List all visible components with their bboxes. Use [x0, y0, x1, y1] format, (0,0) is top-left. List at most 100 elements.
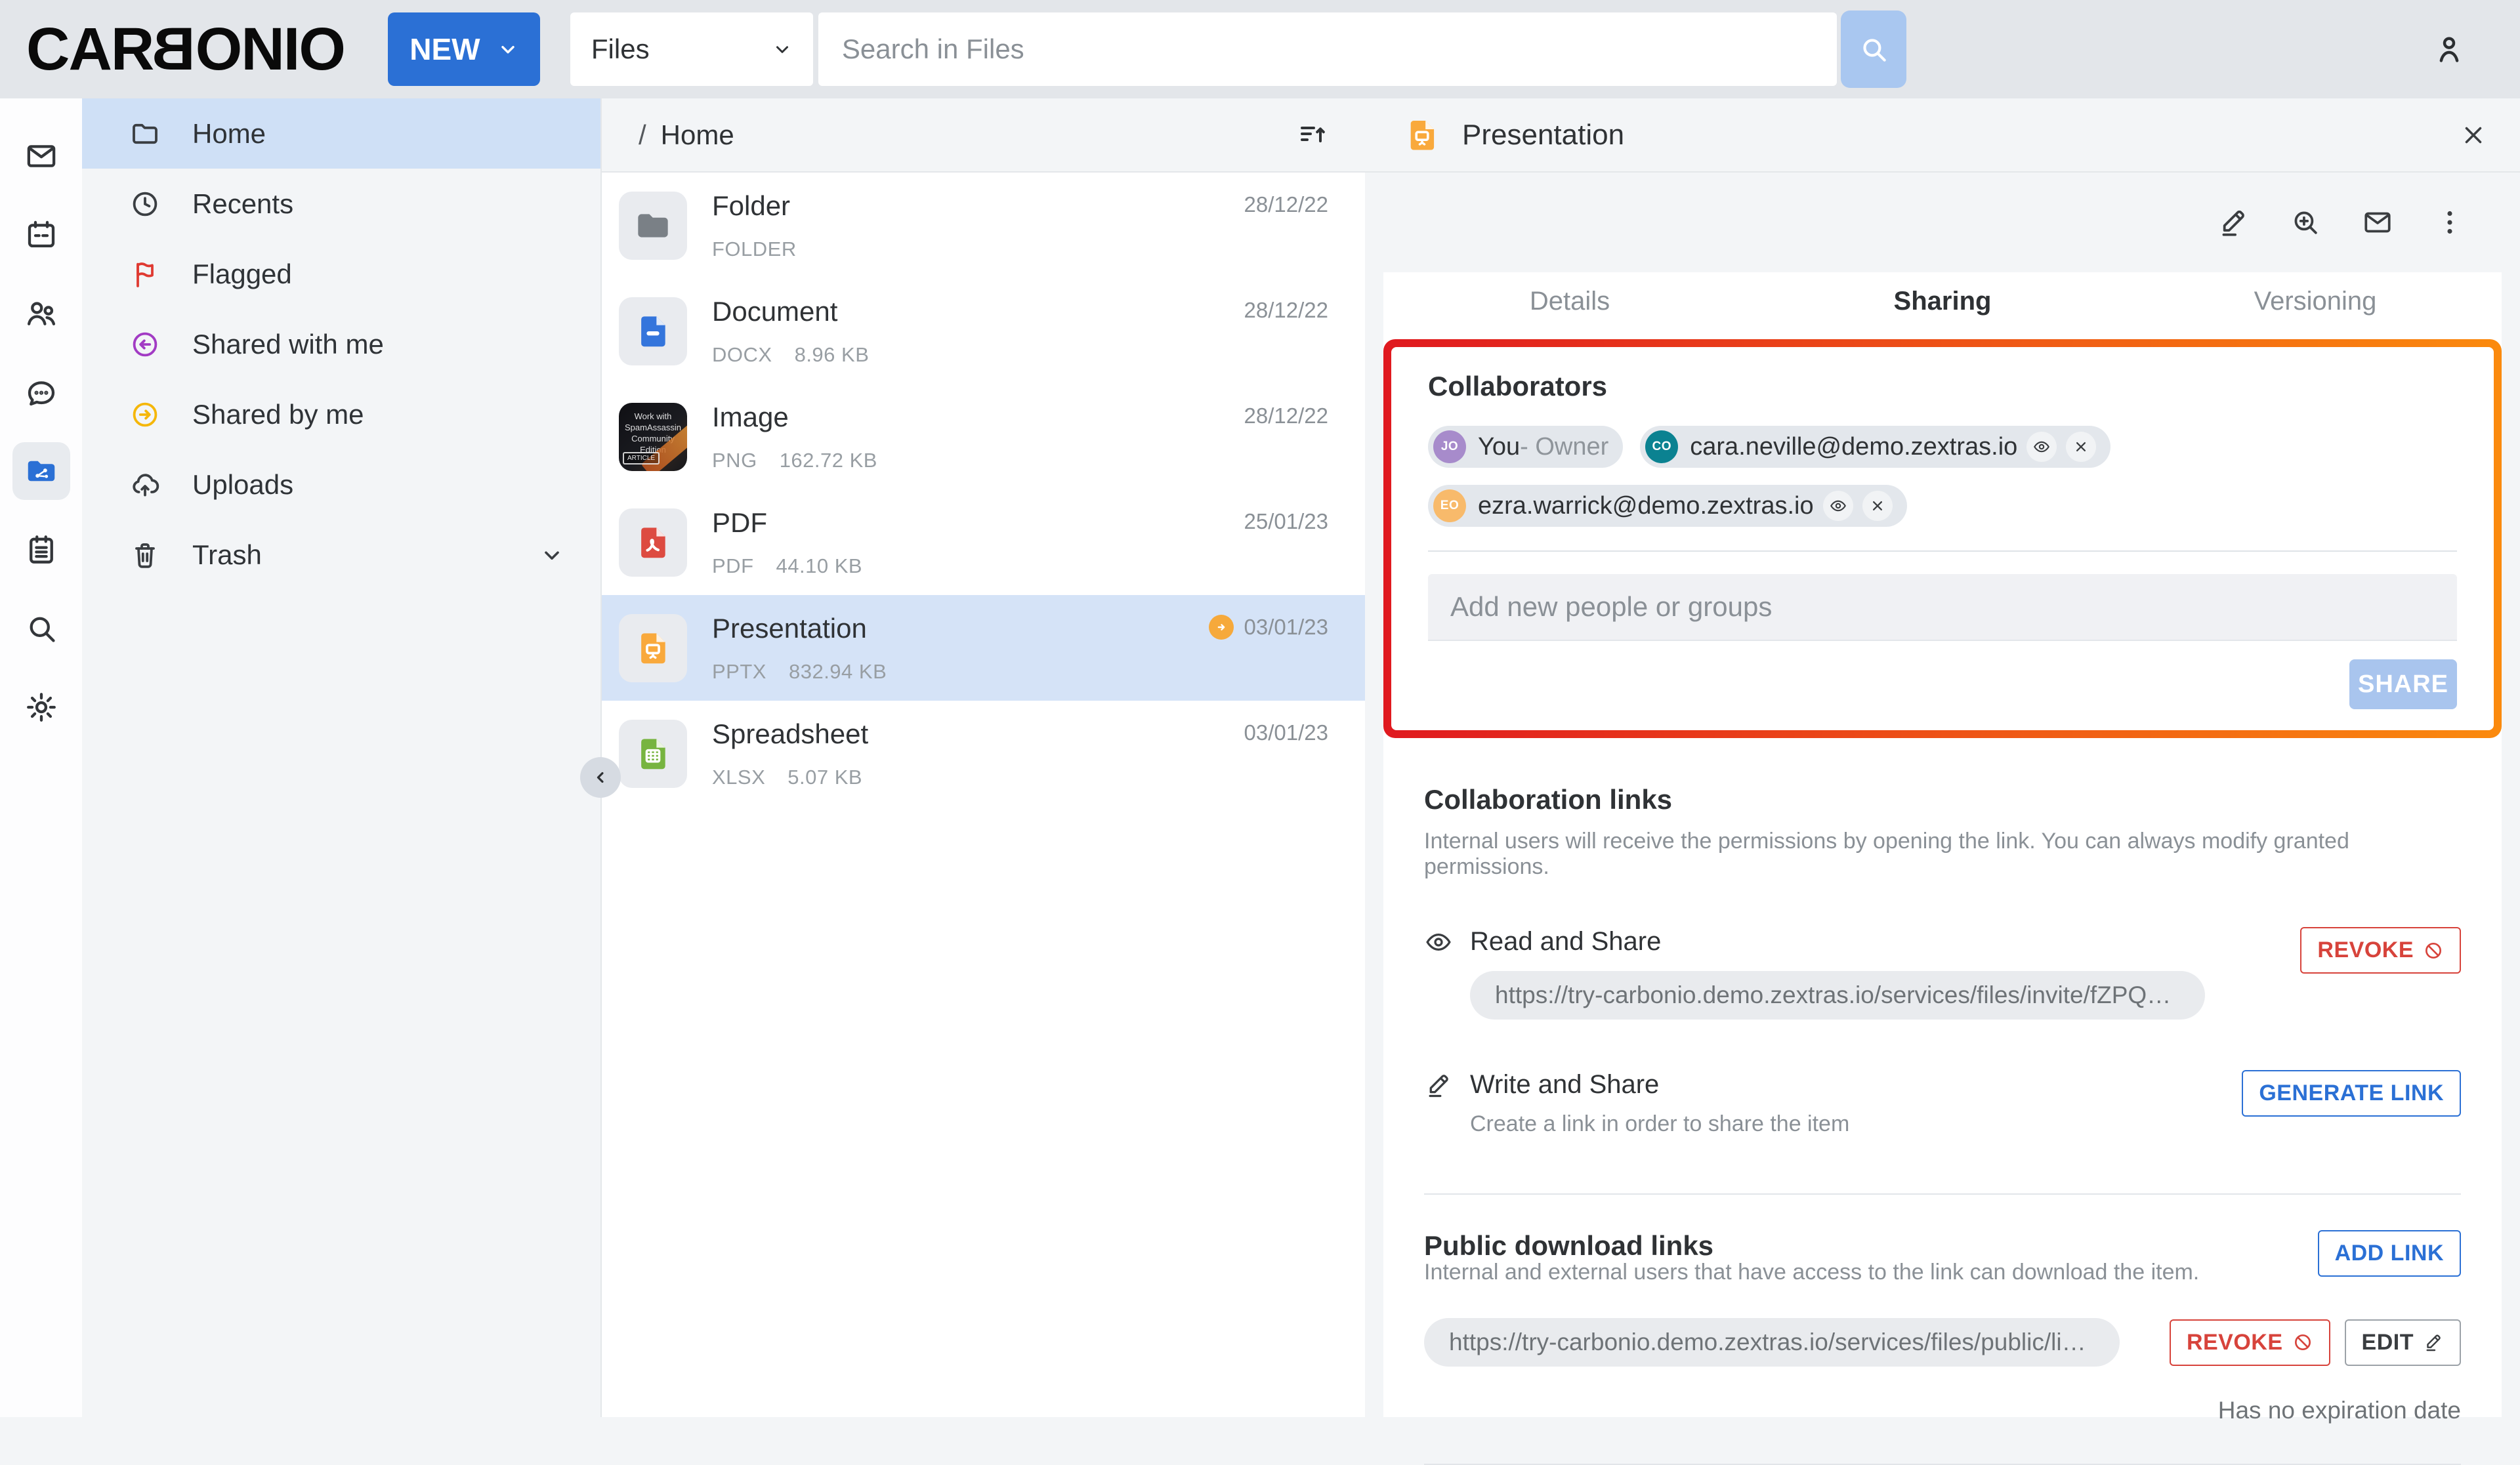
eye-icon	[1829, 497, 1847, 515]
tab-versioning[interactable]: Versioning	[2129, 287, 2502, 316]
nav-item-home[interactable]: Home	[82, 98, 600, 169]
pdf-thumb	[619, 508, 687, 577]
nav-item-recents[interactable]: Recents	[82, 169, 600, 239]
files-nav-panel: Home Recents Flagged Shared with me Shar…	[82, 98, 600, 1417]
breadcrumb[interactable]: Home	[661, 119, 734, 151]
search-input[interactable]	[818, 12, 1837, 86]
details-tabs: Details Sharing Versioning	[1383, 272, 2502, 330]
chip-permissions-button[interactable]	[1823, 491, 1853, 521]
sort-button[interactable]	[1297, 119, 1328, 151]
add-people-input[interactable]	[1428, 574, 2457, 641]
pencil-icon	[2423, 1332, 2444, 1353]
rail-item-contacts[interactable]	[0, 274, 82, 353]
send-mail-button[interactable]	[2361, 206, 2394, 239]
spreadsheet-icon	[632, 733, 674, 775]
carbonio-logo: CARBONIO	[26, 15, 345, 84]
document-icon	[632, 310, 674, 352]
chip-remove-button[interactable]	[1862, 491, 1893, 521]
file-row[interactable]: Document DOCX8.96 KB 28/12/22	[602, 278, 1365, 384]
tab-sharing[interactable]: Sharing	[1756, 287, 2129, 316]
nav-item-trash[interactable]: Trash	[82, 520, 600, 590]
file-row-selected[interactable]: Presentation PPTX832.94 KB 03/01/23	[602, 595, 1365, 701]
collaboration-links-section: Collaboration links Internal users will …	[1383, 738, 2502, 1195]
edit-link-button[interactable]: EDIT	[2345, 1319, 2461, 1366]
close-icon	[1868, 497, 1887, 515]
file-date: 03/01/23	[1244, 720, 1328, 745]
add-link-button[interactable]: ADD LINK	[2318, 1230, 2461, 1277]
file-size: 44.10 KB	[776, 554, 863, 578]
rail-item-chats[interactable]	[0, 353, 82, 432]
rail-item-search[interactable]	[0, 589, 82, 668]
file-list-panel: / Home Folder FOLDER 28/12/22	[600, 98, 1365, 1417]
search-button[interactable]	[1841, 10, 1906, 88]
file-name: PDF	[712, 507, 862, 539]
file-row[interactable]: Folder FOLDER 28/12/22	[602, 173, 1365, 278]
collaborator-chip-owner[interactable]: JO You - Owner	[1428, 426, 1623, 468]
clock-icon	[129, 188, 161, 220]
nav-item-shared-by-me[interactable]: Shared by me	[82, 379, 600, 449]
file-type: XLSX	[712, 766, 765, 789]
avatar: CO	[1645, 430, 1678, 463]
nav-label: Uploads	[192, 469, 293, 501]
generate-link-button[interactable]: GENERATE LINK	[2242, 1070, 2461, 1117]
chevron-down-icon[interactable]	[540, 543, 564, 567]
file-size: 5.07 KB	[788, 766, 862, 789]
share-button[interactable]: SHARE	[2349, 659, 2457, 709]
pencil-underline-icon	[2217, 206, 2250, 239]
collaborator-chip[interactable]: CO cara.neville@demo.zextras.io	[1640, 426, 2110, 468]
file-type: PPTX	[712, 660, 766, 684]
file-date: 03/01/23	[1244, 615, 1328, 640]
more-actions-button[interactable]	[2433, 206, 2466, 239]
close-icon	[2072, 438, 2090, 456]
chip-email: ezra.warrick@demo.zextras.io	[1478, 492, 1814, 520]
collapse-nav-button[interactable]	[580, 757, 621, 798]
presentation-thumb	[619, 614, 687, 682]
collaborator-chip[interactable]: EO ezra.warrick@demo.zextras.io	[1428, 485, 1907, 527]
close-icon	[2460, 121, 2487, 149]
search-icon	[1857, 33, 1890, 66]
rail-item-mail[interactable]	[0, 117, 82, 196]
file-type: PDF	[712, 554, 754, 578]
collaboration-links-subtitle: Internal users will receive the permissi…	[1424, 829, 2461, 880]
mail-icon	[2361, 206, 2394, 239]
rail-item-calendar[interactable]	[0, 196, 82, 274]
clipboard-icon	[24, 532, 59, 567]
nav-item-uploads[interactable]: Uploads	[82, 449, 600, 520]
chat-icon	[24, 375, 59, 410]
file-row[interactable]: Spreadsheet XLSX5.07 KB 03/01/23	[602, 701, 1365, 806]
rail-item-tasks[interactable]	[0, 510, 82, 589]
rail-item-files-active[interactable]	[0, 432, 82, 510]
file-row[interactable]: PDF PDF44.10 KB 25/01/23	[602, 489, 1365, 595]
file-name: Document	[712, 296, 869, 327]
trash-icon	[129, 539, 161, 571]
arrow-circle-right-icon	[129, 399, 161, 430]
preview-button[interactable]	[2289, 206, 2322, 239]
thumbnail-badge: ARTICLE	[623, 452, 660, 464]
breadcrumb-slash: /	[639, 119, 646, 151]
revoke-button[interactable]: REVOKE	[2170, 1319, 2330, 1366]
person-icon	[2431, 31, 2468, 68]
chip-permissions-button[interactable]	[2026, 432, 2057, 462]
flag-icon	[129, 258, 161, 290]
public-link-url[interactable]: https://try-carbonio.demo.zextras.io/ser…	[1424, 1318, 2120, 1367]
shared-badge-icon	[1209, 615, 1234, 640]
search-scope-select[interactable]: Files	[570, 12, 813, 86]
chip-remove-button[interactable]	[2066, 432, 2096, 462]
close-details-button[interactable]	[2460, 121, 2487, 149]
details-card: Details Sharing Versioning Collaborators…	[1383, 272, 2502, 1417]
read-share-label: Read and Share	[1470, 927, 1661, 957]
file-row[interactable]: Work with SpamAssassinCommunity Edition …	[602, 384, 1365, 489]
revoke-button[interactable]: REVOKE	[2300, 927, 2461, 974]
invite-link-url[interactable]: https://try-carbonio.demo.zextras.io/ser…	[1470, 971, 2205, 1020]
nav-item-flagged[interactable]: Flagged	[82, 239, 600, 309]
presentation-icon	[632, 627, 674, 669]
rail-item-settings[interactable]	[0, 668, 82, 747]
nav-item-shared-with-me[interactable]: Shared with me	[82, 309, 600, 379]
edit-button[interactable]	[2217, 206, 2250, 239]
sort-ascending-icon	[1297, 119, 1328, 151]
nav-label: Recents	[192, 188, 293, 220]
tab-details[interactable]: Details	[1383, 287, 1756, 316]
new-button[interactable]: NEW	[388, 12, 540, 86]
zoom-plus-icon	[2289, 206, 2322, 239]
account-button[interactable]	[2431, 31, 2468, 68]
